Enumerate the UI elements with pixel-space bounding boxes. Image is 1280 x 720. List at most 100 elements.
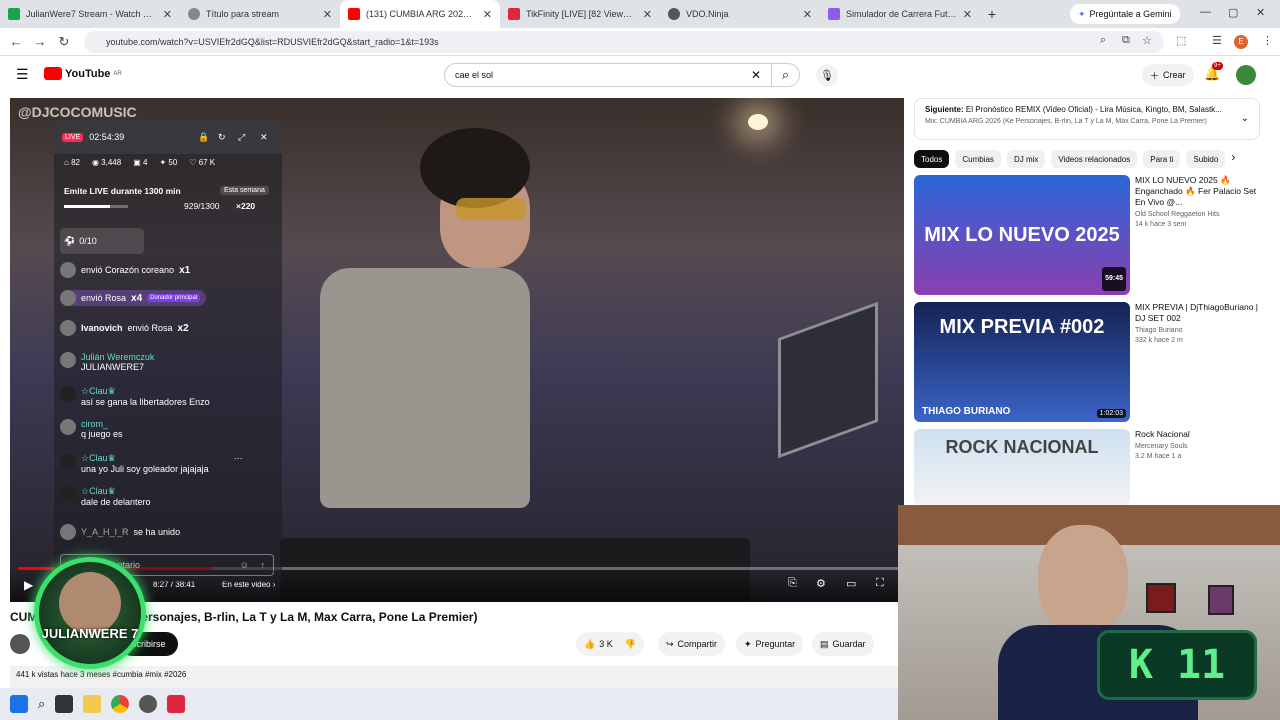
windows-start-icon[interactable]	[10, 695, 28, 713]
menu-list-icon[interactable]: ☰	[1212, 34, 1222, 47]
obs-icon[interactable]	[139, 695, 158, 713]
fullscreen-icon[interactable]: ⛶	[876, 577, 884, 590]
chevron-down-icon[interactable]: ⌄	[1241, 113, 1249, 124]
search-icon[interactable]: ⌕	[38, 696, 45, 712]
avatar	[60, 524, 76, 540]
description-box[interactable]: 441 k vistas hace 3 meses #cumbia #mix #…	[10, 666, 898, 688]
browser-tab[interactable]: JulianWere7 Stream - Watch Li... ✕	[0, 0, 180, 28]
recommended-video[interactable]: MIX PREVIA #002 THIAGO BURIANO 1:02:03 MIX…	[914, 302, 1260, 424]
refresh-icon[interactable]: ↻	[218, 132, 226, 143]
wall-frame	[1208, 585, 1234, 615]
new-tab-button[interactable]: +	[980, 6, 1004, 22]
kebab-menu-icon[interactable]: ⋮	[1262, 34, 1273, 47]
chip-subido[interactable]: Subido	[1186, 150, 1226, 168]
chip-todos[interactable]: Todos	[914, 150, 950, 168]
coins-stat: ✦ 50	[159, 158, 178, 167]
top-donor-badge: Donador principal	[147, 294, 201, 302]
save-icon: ▤	[820, 638, 829, 649]
like-count[interactable]: 3 K	[599, 639, 613, 649]
chip-videos-relacionados[interactable]: Videos relacionados	[1051, 150, 1138, 168]
extensions-icon[interactable]: ⬚	[1176, 34, 1186, 47]
play-icon[interactable]: ▶	[24, 578, 33, 592]
send-icon[interactable]: ↑	[261, 560, 266, 570]
like-icon[interactable]: 👍	[584, 639, 595, 650]
account-avatar[interactable]	[1236, 65, 1256, 85]
chip-para-ti[interactable]: Para ti	[1143, 150, 1181, 168]
search-input[interactable]: cae el sol ✕	[444, 63, 772, 87]
settings-gear-icon[interactable]: ⚙	[816, 577, 826, 590]
close-window-icon[interactable]: ✕	[1256, 6, 1265, 19]
bookmark-star-icon[interactable]: ☆	[1142, 34, 1152, 47]
taskbar: ⌕	[0, 688, 898, 720]
up-next-box[interactable]: Siguiente: El Pronóstico REMIX (Video Of…	[914, 98, 1260, 140]
save-button[interactable]: ▤ Guardar	[812, 632, 874, 656]
chevron-right-icon[interactable]: ›	[1231, 150, 1235, 168]
close-icon[interactable]: ✕	[483, 8, 492, 21]
maximize-icon[interactable]: ▢	[1228, 6, 1238, 19]
file-explorer-icon[interactable]	[83, 695, 102, 713]
sparkle-icon: ✦	[744, 638, 752, 649]
channel-avatar[interactable]	[10, 634, 30, 654]
chip-cumbias[interactable]: Cumbias	[955, 150, 1001, 168]
create-button[interactable]: ＋ Crear	[1142, 64, 1194, 86]
popout-icon[interactable]: ⤢	[238, 132, 245, 143]
goal-progress-fill	[64, 205, 110, 208]
video-thumbnail[interactable]: MIX PREVIA #002 THIAGO BURIANO 1:02:03	[914, 302, 1130, 422]
app-icon[interactable]	[55, 695, 74, 713]
search-icon: ⌕	[781, 67, 790, 82]
ceiling-lamp	[748, 114, 768, 130]
gemini-button[interactable]: ✦ Pregúntale a Gemini	[1070, 4, 1180, 24]
notifications-bell-icon[interactable]: 🔔 9+	[1204, 62, 1223, 82]
zoom-icon[interactable]: ⌕	[1100, 34, 1106, 47]
browser-tab[interactable]: Simulador de Carrera Futbolísti...✕	[820, 0, 980, 28]
recommended-video[interactable]: ROCK NACIONAL Rock Nacional Mercenary Sou…	[914, 429, 1260, 509]
forward-icon[interactable]: →	[28, 34, 52, 49]
youtube-favicon-icon	[348, 8, 360, 20]
browser-tab[interactable]: VDO.Ninja ✕	[660, 0, 820, 28]
youtube-logo[interactable]: YouTube AR	[44, 67, 122, 80]
url-field[interactable]: youtube.com/watch?v=USVIEfr2dGQ&list=RDU…	[84, 31, 1164, 53]
ask-button[interactable]: ✦ Preguntar	[736, 632, 804, 656]
likes-stat: ♡ 67 K	[189, 158, 216, 167]
dj-hair	[420, 128, 530, 208]
close-icon[interactable]: ✕	[643, 8, 652, 21]
microphone-icon[interactable]: 🎙	[816, 64, 838, 86]
close-icon[interactable]: ✕	[323, 8, 332, 21]
notification-count-badge: 9+	[1212, 62, 1223, 70]
live-chat-overlay: LIVE 02:54:39 🔒 ↻ ⤢ ✕ ⌂ 82 ◉ 3,448 ▣ 4 ✦…	[54, 120, 282, 582]
minimize-icon[interactable]: —	[1200, 6, 1211, 18]
profile-avatar[interactable]: E	[1234, 35, 1248, 49]
close-icon[interactable]: ✕	[260, 132, 268, 143]
more-options-icon[interactable]: ···	[234, 453, 243, 463]
emoji-icon[interactable]: ☺	[240, 560, 249, 570]
theater-mode-icon[interactable]: ▭	[846, 577, 856, 590]
tiktok-icon[interactable]	[167, 695, 186, 713]
close-icon[interactable]: ✕	[963, 8, 972, 21]
video-thumbnail[interactable]: ROCK NACIONAL	[914, 429, 1130, 505]
lock-icon[interactable]: 🔒	[198, 132, 209, 143]
share-button[interactable]: ↪ Compartir	[658, 632, 726, 656]
browser-tab[interactable]: TikFinity [LIVE] [82 Viewers] ✕	[500, 0, 660, 28]
back-icon[interactable]: ←	[4, 34, 28, 49]
clear-search-icon[interactable]: ✕	[751, 68, 761, 82]
address-bar: ← → ↻ youtube.com/watch?v=USVIEfr2dGQ&li…	[0, 28, 1280, 56]
close-icon[interactable]: ✕	[803, 8, 812, 21]
search-button[interactable]: ⌕	[772, 63, 800, 87]
recommended-video[interactable]: MIX LO NUEVO 2025 59:45 MIX LO NUEVO 2025…	[914, 175, 1260, 297]
subtitles-icon[interactable]: ⎘	[788, 577, 797, 590]
install-icon[interactable]: ⧉	[1122, 34, 1130, 47]
video-thumbnail[interactable]: MIX LO NUEVO 2025 59:45	[914, 175, 1130, 295]
hamburger-menu-icon[interactable]: ☰	[16, 66, 29, 83]
close-icon[interactable]: ✕	[163, 8, 172, 21]
avatar	[60, 386, 76, 402]
chat-message: Julián Weremczuk JULIANWERE7	[60, 352, 154, 372]
browser-tab[interactable]: Título para stream ✕	[180, 0, 340, 28]
chrome-icon[interactable]	[111, 695, 130, 713]
goal-progress-value: 929/1300	[184, 201, 220, 211]
browser-tab-active[interactable]: (131) CUMBIA ARG 2026 (Ke Pe...✕	[340, 0, 500, 28]
dislike-icon[interactable]: 👎	[625, 639, 636, 650]
chat-message: ☆Clau♛ así se gana la libertadores Enzo	[60, 386, 210, 407]
chip-dj-mix[interactable]: DJ mix	[1006, 150, 1046, 168]
reload-icon[interactable]: ↻	[52, 34, 76, 50]
streamer-avatar	[59, 572, 121, 634]
